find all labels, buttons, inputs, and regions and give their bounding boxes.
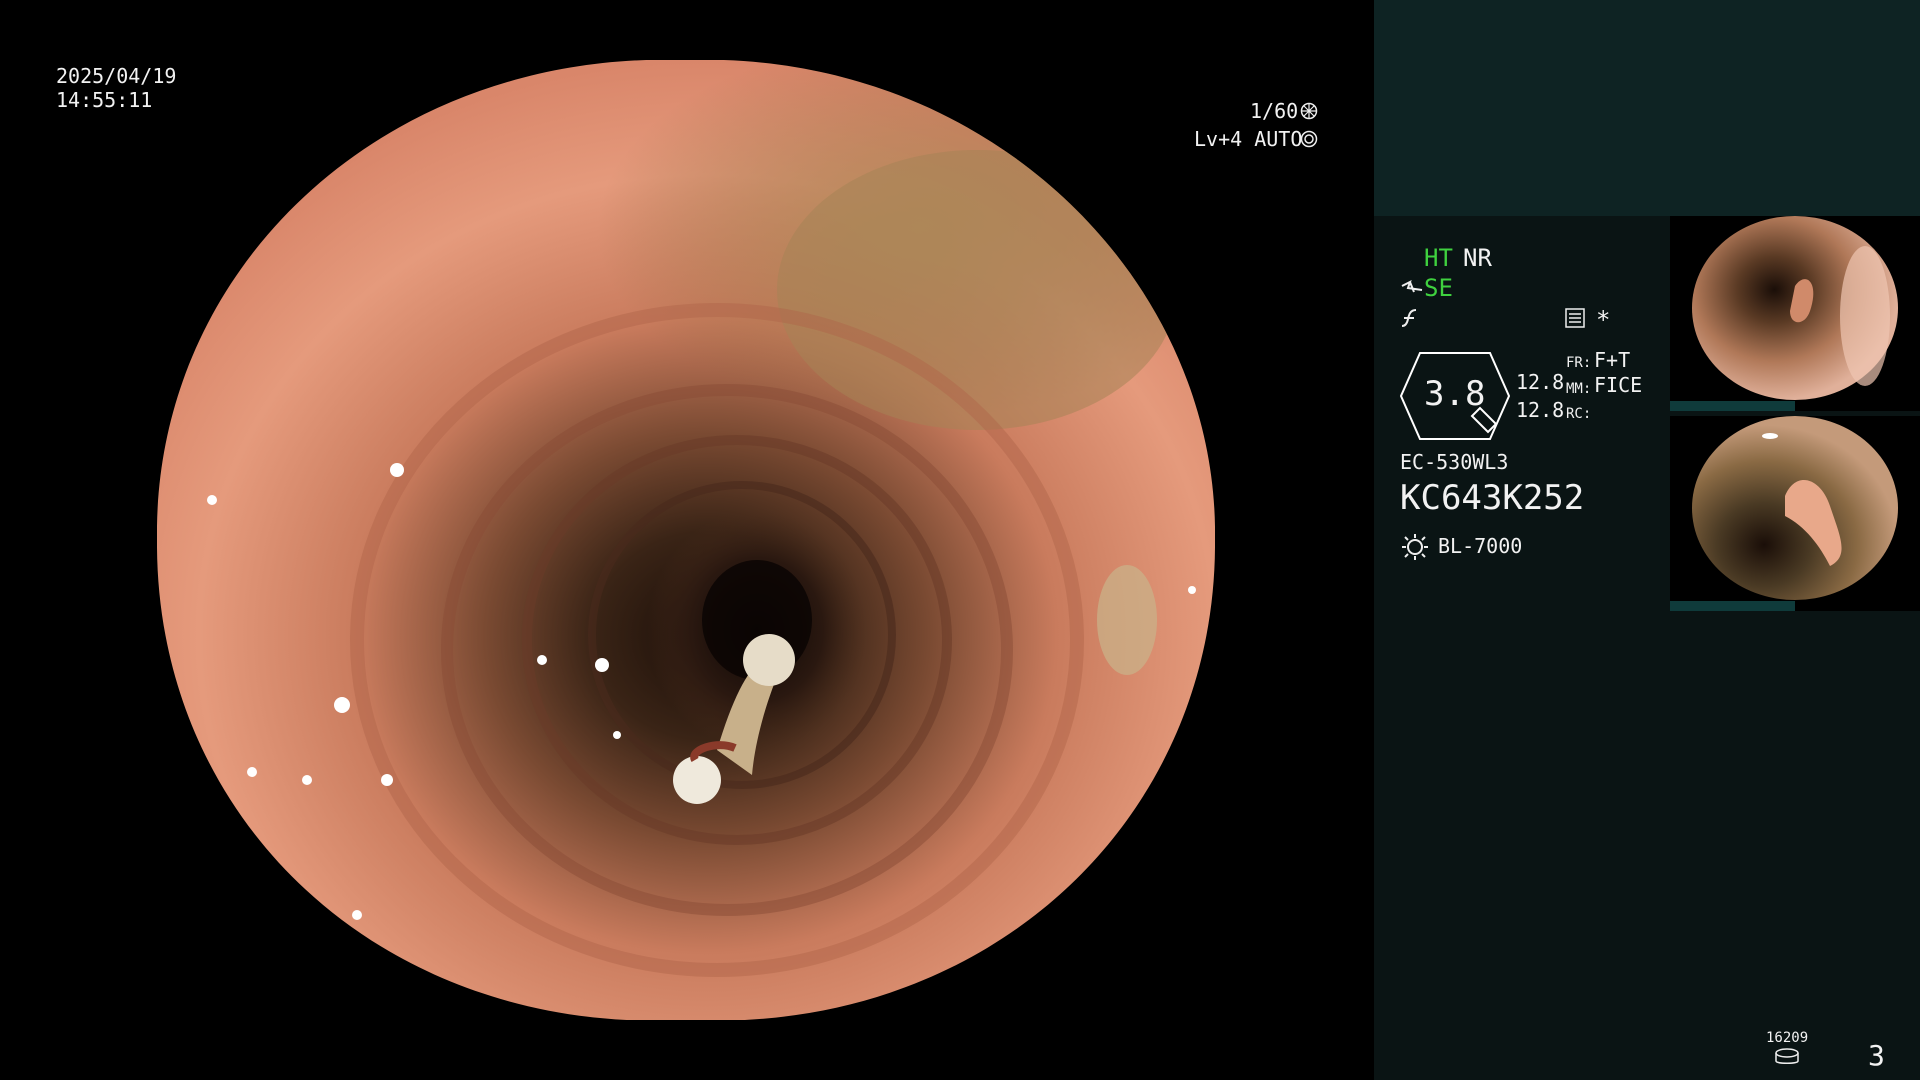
value-1: 12.8: [1516, 370, 1565, 394]
info-panel-header: [1374, 0, 1920, 216]
endoscope-image: [157, 60, 1215, 1020]
value-2: 12.8: [1516, 398, 1565, 422]
scope-model: EC-530WL3: [1400, 450, 1509, 474]
thumbnail-2-bar: [1670, 601, 1795, 611]
fr-label: FR:: [1566, 355, 1592, 371]
iris-icon: [1300, 130, 1318, 148]
time-readout: 14:55:11: [56, 88, 153, 112]
light-source: BL-7000: [1438, 534, 1523, 558]
mm-value: FICE: [1594, 373, 1643, 397]
memory-icon: [1565, 308, 1585, 328]
fr-value: F+T: [1594, 348, 1631, 372]
thumbnail-1-bar: [1670, 401, 1795, 411]
image-count: 3: [1868, 1039, 1885, 1072]
mm-label: MM:: [1566, 381, 1592, 397]
rc-label: RC:: [1566, 406, 1592, 422]
light-source-icon: [1402, 534, 1428, 560]
thumbnail-2-image: [1692, 416, 1898, 600]
se-indicator: SE: [1424, 274, 1453, 302]
storage-counter: 16209: [1766, 1030, 1809, 1046]
thumbnail-2[interactable]: [1670, 416, 1920, 611]
iris-readout: Lv+4 AUTO: [1194, 127, 1302, 151]
nr-indicator: NR: [1463, 244, 1492, 272]
shutter-value: 1/60: [1250, 99, 1299, 123]
storage-disk-icon: [1775, 1048, 1799, 1064]
date-readout: 2025/04/19: [56, 64, 177, 88]
asterisk-indicator: *: [1596, 306, 1611, 334]
shutter-icon: [1300, 102, 1318, 120]
iris-value: Lv+4 AUTO: [1194, 127, 1303, 151]
thumbnail-1[interactable]: [1670, 216, 1920, 411]
shutter-readout: 1/60: [1250, 99, 1298, 123]
thumbnail-1-image: [1692, 216, 1898, 400]
ht-indicator: HT: [1424, 244, 1453, 272]
structure-enhance-icon: [1401, 280, 1423, 293]
scope-serial: KC643K252: [1400, 478, 1585, 518]
filter-icon: [1401, 309, 1417, 327]
zoom-value: 3.8: [1424, 374, 1486, 414]
